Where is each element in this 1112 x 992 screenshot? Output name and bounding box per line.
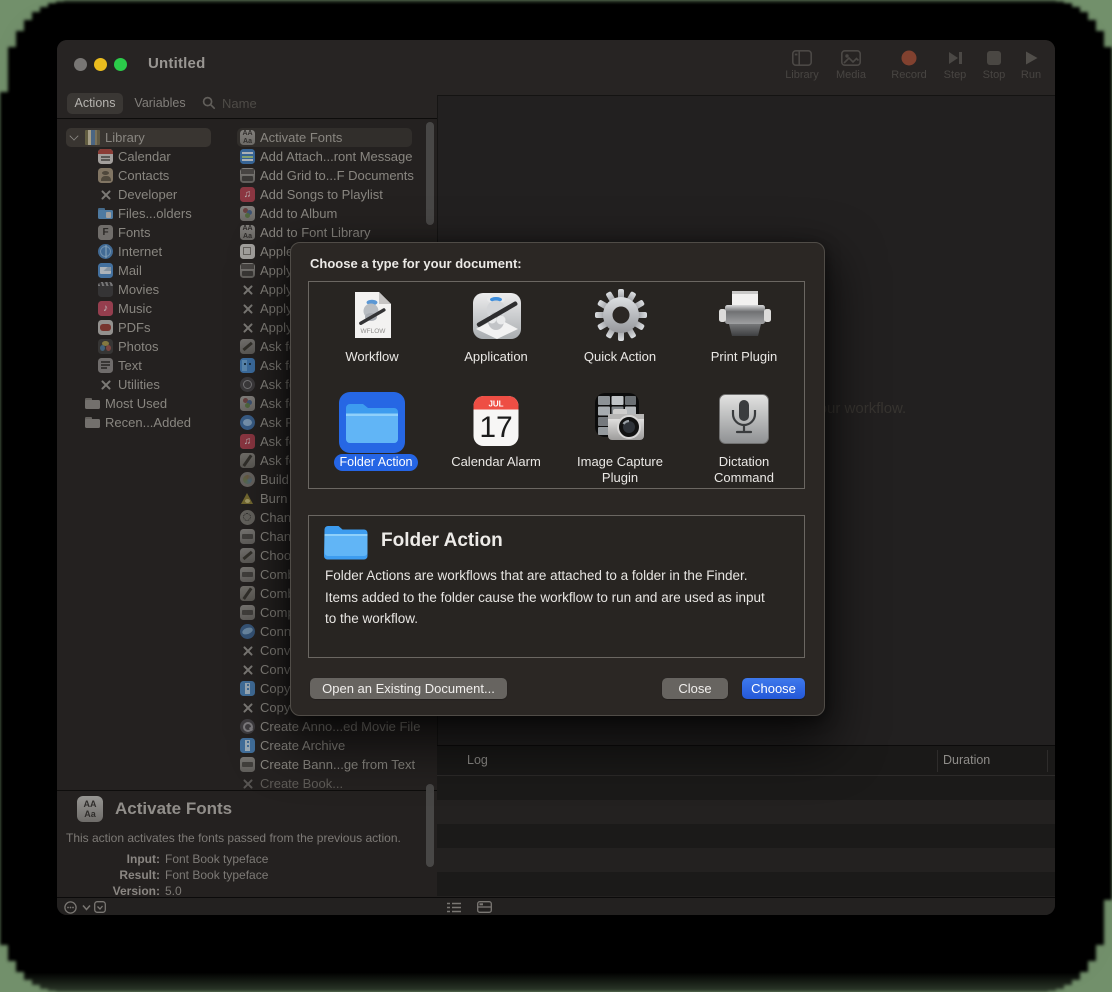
svg-text:17: 17 [479, 411, 512, 444]
svg-text:JUL: JUL [488, 400, 503, 409]
svg-text:WFLOW: WFLOW [361, 328, 387, 335]
